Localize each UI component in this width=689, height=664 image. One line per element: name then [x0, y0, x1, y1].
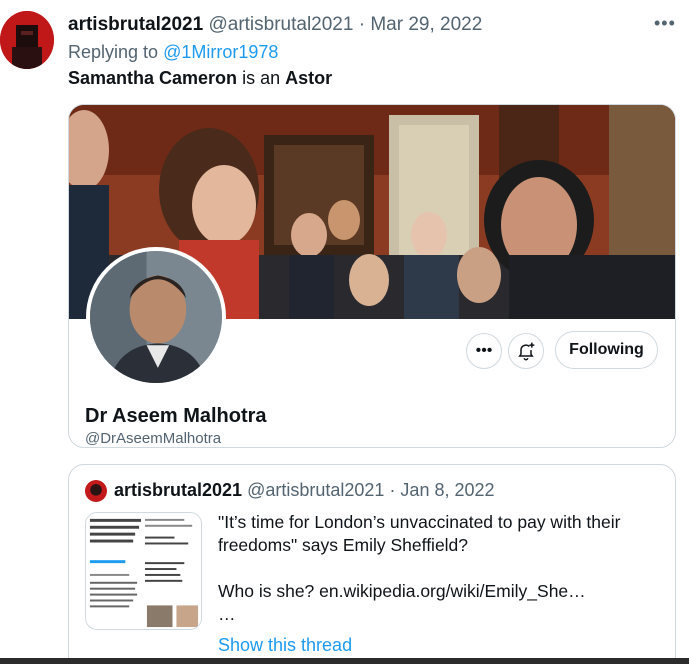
- author-handle-date[interactable]: @artisbrutal2021 · Mar 29, 2022: [208, 14, 482, 35]
- quoted-tweet-thumbnail[interactable]: [85, 512, 202, 630]
- quoted-author-avatar[interactable]: [85, 480, 107, 502]
- reply-handle-link[interactable]: @1Mirror1978: [163, 42, 278, 62]
- show-thread-link[interactable]: Show this thread: [218, 635, 352, 656]
- tweet-text: Samantha Cameron is an Astor: [68, 68, 332, 89]
- quoted-author-name[interactable]: artisbrutal2021: [114, 480, 242, 500]
- author-avatar[interactable]: [0, 11, 54, 69]
- quoted-tweet-header: artisbrutal2021 @artisbrutal2021 · Jan 8…: [114, 480, 495, 501]
- profile-name[interactable]: Dr Aseem Malhotra: [85, 405, 267, 428]
- tweet-header: artisbrutal2021 @artisbrutal2021 · Mar 2…: [68, 14, 482, 36]
- window-bottom-edge: [0, 658, 689, 664]
- quoted-author-handle-date[interactable]: @artisbrutal2021 · Jan 8, 2022: [247, 480, 494, 500]
- more-horizontal-icon: •••: [475, 342, 493, 359]
- replying-to: Replying to @1Mirror1978: [68, 42, 278, 63]
- tweet-text-bold-2: Astor: [285, 68, 333, 88]
- following-button[interactable]: Following: [555, 331, 658, 369]
- tweet-text-bold-1: Samantha Cameron: [68, 68, 238, 88]
- quoted-tweet[interactable]: artisbrutal2021 @artisbrutal2021 · Jan 8…: [68, 464, 676, 664]
- tweet-text-middle: is an: [237, 68, 286, 88]
- notifications-button[interactable]: [508, 333, 544, 369]
- more-options-icon[interactable]: •••: [654, 14, 676, 36]
- quoted-tweet-text: "It’s time for London’s unvaccinated to …: [218, 512, 621, 624]
- bell-plus-icon: [518, 342, 535, 361]
- author-name[interactable]: artisbrutal2021: [68, 14, 203, 35]
- profile-more-button[interactable]: •••: [466, 333, 502, 369]
- profile-handle[interactable]: @DrAseemMalhotra: [85, 430, 221, 447]
- reply-prefix: Replying to: [68, 42, 164, 62]
- profile-card[interactable]: ••• Following Dr Aseem Malhotra @DrAseem…: [68, 104, 676, 448]
- profile-avatar[interactable]: [86, 247, 226, 387]
